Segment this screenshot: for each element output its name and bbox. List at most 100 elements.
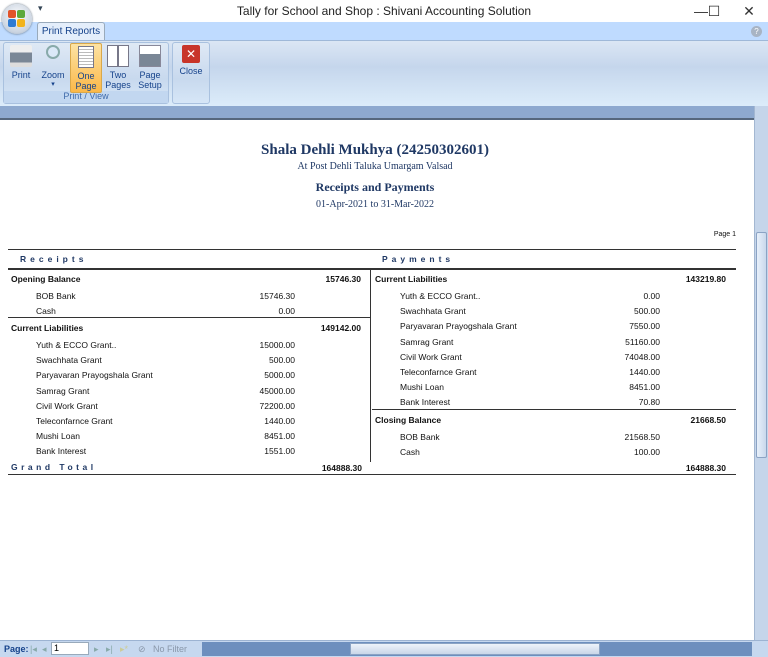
horizontal-scroll-thumb[interactable] — [350, 643, 600, 655]
page-input[interactable]: 1 — [51, 642, 89, 655]
one-page-icon — [78, 46, 94, 68]
ledger-name: Bank Interest — [36, 446, 87, 457]
ledger-name: Cash — [400, 447, 420, 458]
ledger-name: Paryavaran Prayogshala Grant — [400, 321, 517, 332]
group-total: 15746.30 — [325, 274, 361, 284]
ledger-amount: 0.00 — [643, 291, 660, 301]
printer-icon — [10, 45, 32, 67]
vertical-scroll-thumb[interactable] — [756, 232, 767, 458]
group-name: Closing Balance — [375, 415, 442, 425]
ledger-amount: 21568.50 — [624, 432, 660, 442]
close-x-icon: ✕ — [182, 45, 200, 63]
ledger-amount: 8451.00 — [264, 431, 295, 442]
divider — [8, 268, 736, 270]
receipts-header: Receipts — [20, 254, 88, 264]
receipts-grand-total: 164888.30 — [321, 463, 362, 473]
prev-page-icon[interactable]: ◂ — [42, 644, 47, 655]
close-label: Close — [179, 66, 203, 76]
one-page-label-2: Page — [75, 81, 97, 91]
ledger-amount: 8451.00 — [629, 382, 660, 393]
tab-print-reports[interactable]: Print Reports — [37, 22, 105, 41]
first-page-icon[interactable]: |◂ — [30, 644, 37, 655]
office-button[interactable] — [2, 4, 32, 34]
group-total: 21668.50 — [690, 415, 726, 425]
quick-access-dropdown-icon[interactable]: ▾ — [38, 3, 43, 14]
payments-header: Payments — [382, 254, 455, 264]
ledger-name: Swachhata Grant — [400, 306, 466, 317]
page-setup-icon — [139, 45, 161, 67]
help-icon[interactable]: ? — [751, 26, 762, 37]
ledger-name: BOB Bank — [400, 432, 440, 442]
page-number: Page 1 — [713, 231, 736, 238]
filter-status[interactable]: No Filter — [153, 644, 187, 654]
ledger-name: Civil Work Grant — [400, 351, 462, 362]
two-pages-label-2: Pages — [105, 80, 131, 90]
close-button[interactable]: ✕ Close — [175, 43, 207, 93]
maximize-button[interactable]: ☐ — [699, 0, 729, 22]
ledger-amount: 45000.00 — [259, 385, 295, 396]
zoom-button[interactable]: Zoom ▾ — [37, 43, 69, 93]
group-total: 149142.00 — [320, 323, 361, 333]
two-pages-button[interactable]: Two Pages — [102, 43, 134, 93]
divider — [372, 408, 736, 410]
divider — [8, 317, 370, 319]
group-name: Current Liabilities — [375, 274, 448, 284]
ledger-name: Samrag Grant — [400, 336, 454, 347]
ledger-amount: 0.00 — [278, 306, 295, 317]
ledger-amount: 15746.30 — [259, 291, 295, 301]
ledger-name: Paryavaran Prayogshala Grant — [36, 370, 153, 381]
ledger-amount: 1440.00 — [629, 367, 660, 377]
payments-grand-total: 164888.30 — [685, 463, 726, 473]
divider — [8, 474, 736, 475]
ledger-amount: 1440.00 — [264, 416, 295, 426]
page-setup-label: Page — [139, 70, 161, 80]
status-bar: Page: |◂ ◂ 1 ▸ ▸| ▸* ⊘ No Filter — [0, 640, 768, 657]
page-setup-button[interactable]: Page Setup — [134, 43, 166, 93]
divider — [8, 249, 736, 250]
new-record-icon[interactable]: ▸* — [120, 644, 128, 655]
page-setup-label-2: Setup — [138, 80, 162, 90]
preview-header-strip — [0, 106, 768, 120]
ledger-amount: 15000.00 — [259, 340, 295, 350]
ledger-amount: 5000.00 — [264, 370, 295, 381]
ledger-amount: 74048.00 — [624, 351, 660, 362]
one-page-label: One — [77, 71, 95, 81]
last-page-icon[interactable]: ▸| — [106, 644, 113, 655]
ribbon-tab-row — [0, 22, 768, 40]
ledger-name: Yuth & ECCO Grant.. — [400, 291, 481, 301]
report-period: 01-Apr-2021 to 31-Mar-2022 — [316, 199, 434, 210]
ledger-amount: 70.80 — [638, 397, 660, 408]
next-page-icon[interactable]: ▸ — [94, 644, 99, 655]
print-button[interactable]: Print — [5, 43, 37, 93]
ledger-amount: 72200.00 — [259, 400, 295, 411]
two-pages-icon — [107, 45, 129, 67]
ledger-amount: 1551.00 — [264, 446, 295, 457]
group-name: Opening Balance — [11, 274, 81, 284]
filter-icon: ⊘ — [138, 644, 146, 654]
grand-total-label: Grand Total — [11, 462, 97, 472]
ledger-name: Yuth & ECCO Grant.. — [36, 340, 117, 350]
ledger-amount: 100.00 — [634, 447, 660, 458]
print-label: Print — [11, 70, 31, 80]
school-name: Shala Dehli Mukhya (24250302601) — [261, 142, 489, 158]
ledger-name: Cash — [36, 306, 56, 317]
ledger-name: BOB Bank — [36, 291, 76, 301]
ledger-name: Bank Interest — [400, 397, 451, 408]
ledger-amount: 51160.00 — [625, 336, 660, 347]
ledger-name: Mushi Loan — [400, 382, 444, 393]
window-title: Tally for School and Shop : Shivani Acco… — [236, 4, 532, 18]
two-pages-label: Two — [109, 70, 127, 80]
group-name: Current Liabilities — [11, 323, 84, 333]
one-page-button[interactable]: One Page — [70, 43, 102, 93]
ledger-name: Samrag Grant — [36, 385, 90, 396]
ledger-name: Teleconfarnce Grant — [400, 367, 477, 377]
group-total: 143219.80 — [685, 274, 726, 284]
ledger-amount: 500.00 — [269, 355, 295, 366]
ledger-amount: 500.00 — [634, 306, 660, 317]
zoom-label: Zoom — [41, 70, 65, 80]
address: At Post Dehli Taluka Umargam Valsad — [297, 161, 453, 172]
magnifier-icon — [46, 45, 60, 59]
ledger-name: Swachhata Grant — [36, 355, 102, 366]
report-title: Receipts and Payments — [315, 180, 435, 194]
close-window-button[interactable]: ✕ — [734, 0, 764, 22]
